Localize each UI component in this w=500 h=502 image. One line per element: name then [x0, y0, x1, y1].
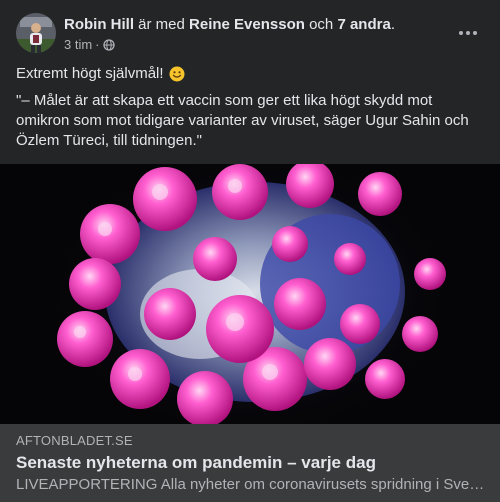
timestamp[interactable]: 3 tim	[64, 37, 92, 53]
globe-icon[interactable]	[102, 39, 115, 51]
author-name[interactable]: Robin Hill	[64, 16, 134, 33]
link-domain: AFTONBLADET.SE	[16, 433, 133, 448]
more-options-icon	[459, 31, 477, 35]
others-link[interactable]: 7 andra	[337, 16, 390, 33]
separator: ·	[95, 37, 100, 52]
and-text: och	[304, 16, 338, 33]
link-preview-card[interactable]: AFTONBLADET.SE Senaste nyheterna om pand…	[0, 424, 500, 502]
author-avatar[interactable]	[16, 13, 56, 53]
post-text-1: Extremt högt självmål!	[16, 65, 164, 82]
article-image[interactable]	[0, 164, 500, 424]
post-text-line1: Extremt högt självmål!	[16, 64, 185, 84]
with-text: är med	[134, 16, 190, 33]
link-description: LIVEAPPORTERING Alla nyheter om coronavi…	[16, 476, 486, 493]
post-meta: 3 tim ·	[64, 37, 115, 53]
link-headline[interactable]: Senaste nyheterna om pandemin – varje da…	[16, 452, 376, 474]
tagged-person[interactable]: Reine Evensson	[189, 16, 305, 33]
post-header: Robin Hill är med Reine Evensson och 7 a…	[16, 13, 484, 55]
period: .	[390, 16, 395, 33]
facebook-post: Robin Hill är med Reine Evensson och 7 a…	[0, 0, 500, 502]
more-options-button[interactable]	[452, 19, 484, 47]
author-line: Robin Hill är med Reine Evensson och 7 a…	[64, 15, 395, 35]
post-quote: "– Målet är att skapa ett vaccin som ger…	[16, 92, 469, 149]
smiley-emoji	[169, 66, 185, 82]
